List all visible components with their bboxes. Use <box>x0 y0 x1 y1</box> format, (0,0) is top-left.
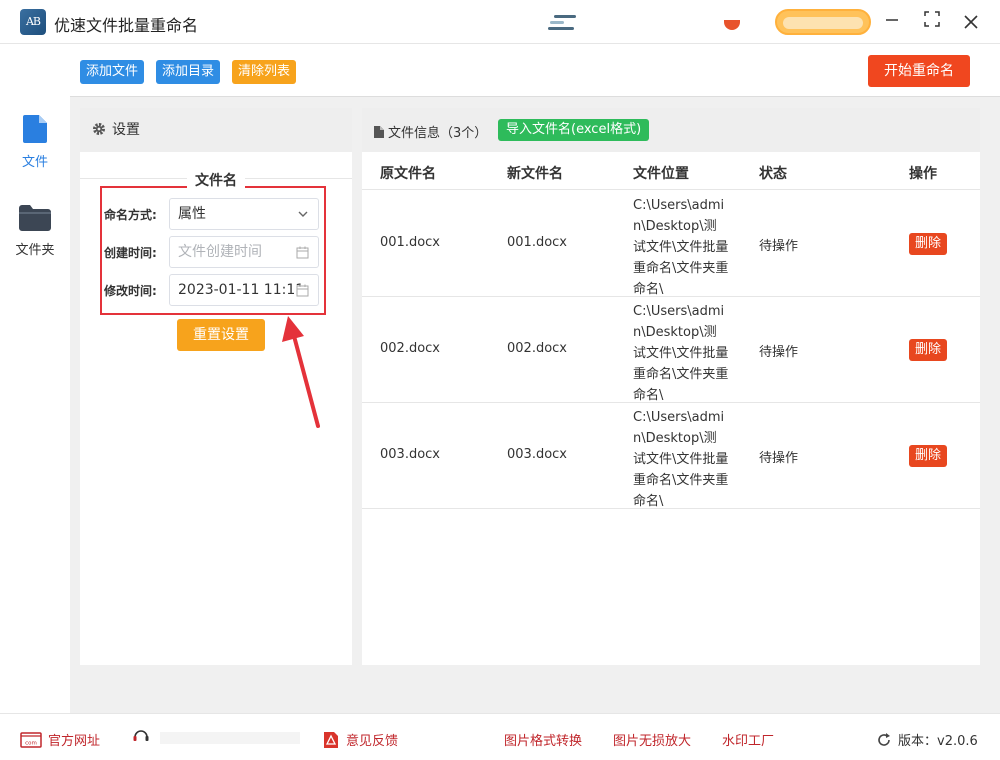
reset-settings-button[interactable]: 重置设置 <box>177 319 265 351</box>
cell-location: C:\Users\admin\Desktop\测试文件\文件批量重命名\文件夹重… <box>633 198 729 297</box>
settings-header: 设置 <box>80 108 352 152</box>
app-logo: AB <box>20 9 46 35</box>
headset-icon <box>133 730 149 741</box>
import-excel-button[interactable]: 导入文件名(excel格式) <box>498 119 650 141</box>
column-new-name: 新文件名 <box>507 166 563 182</box>
minimize-button[interactable] <box>878 8 906 36</box>
nav-item-folder[interactable]: 文件夹 <box>0 205 70 258</box>
notification-icon[interactable] <box>724 20 740 30</box>
vip-button[interactable] <box>775 9 871 35</box>
file-info-panel: 文件信息（3个） 导入文件名(excel格式) 原文件名 新文件名 文件位置 状… <box>362 108 980 665</box>
maximize-button[interactable] <box>918 8 946 36</box>
version-info[interactable]: 版本：v2.0.6 <box>876 730 978 749</box>
delete-button[interactable]: 删除 <box>909 339 948 361</box>
close-button[interactable] <box>957 8 985 36</box>
file-info-title: 文件信息（3个） <box>374 122 487 141</box>
nav-file-label: 文件 <box>21 155 48 170</box>
add-file-button[interactable]: 添加文件 <box>80 60 145 84</box>
gear-icon <box>93 122 105 135</box>
column-location: 文件位置 <box>633 166 689 182</box>
table-header: 原文件名 新文件名 文件位置 状态 操作 <box>362 152 980 190</box>
table-row[interactable]: 002.docx 002.docx C:\Users\admin\Desktop… <box>362 297 980 403</box>
cell-new-name: 003.docx <box>507 447 567 462</box>
image-enlarge-link[interactable]: 图片无损放大 <box>613 730 691 749</box>
folder-icon <box>19 205 51 231</box>
cell-original-name: 002.docx <box>380 341 440 356</box>
cell-original-name: 001.docx <box>380 235 440 250</box>
nav-item-file[interactable]: 文件 <box>0 115 70 170</box>
highlight-box <box>100 186 326 315</box>
watermark-factory-link[interactable]: 水印工厂 <box>722 730 774 749</box>
arrow-annotation-icon <box>282 316 320 428</box>
official-site-link[interactable]: com 官方网址 <box>20 730 100 749</box>
maximize-icon <box>924 11 940 27</box>
add-directory-button[interactable]: 添加目录 <box>156 60 221 84</box>
svg-text:com: com <box>25 741 37 747</box>
settings-title: 设置 <box>112 122 140 138</box>
cell-status: 待操作 <box>759 239 799 254</box>
column-original-name: 原文件名 <box>380 166 436 182</box>
delete-button[interactable]: 删除 <box>909 445 948 467</box>
footer: com 官方网址 意见反馈 图片格式转换 图片无损放大 水印工厂 版本：v2.0.… <box>0 713 1000 760</box>
minimize-icon <box>886 19 898 21</box>
qq-support-link[interactable] <box>132 730 300 745</box>
clear-list-button[interactable]: 清除列表 <box>232 60 297 84</box>
document-icon <box>374 126 384 138</box>
left-nav: 文件 文件夹 <box>0 45 70 713</box>
close-icon <box>964 15 978 29</box>
cell-new-name: 002.docx <box>507 341 567 356</box>
feedback-link[interactable]: 意见反馈 <box>322 730 398 749</box>
file-icon <box>23 115 47 143</box>
nav-folder-label: 文件夹 <box>15 243 55 258</box>
cell-status: 待操作 <box>759 345 799 360</box>
cell-status: 待操作 <box>759 451 799 466</box>
pdf-feedback-icon <box>324 732 338 748</box>
brand-logo-icon <box>548 12 578 34</box>
table-row[interactable]: 001.docx 001.docx C:\Users\admin\Desktop… <box>362 191 980 297</box>
refresh-icon <box>878 733 890 746</box>
toolbar: 添加文件 添加目录 清除列表 开始重命名 <box>70 45 1000 97</box>
start-rename-button[interactable]: 开始重命名 <box>868 55 970 87</box>
table-row[interactable]: 003.docx 003.docx C:\Users\admin\Desktop… <box>362 403 980 509</box>
website-icon: com <box>20 732 42 748</box>
delete-button[interactable]: 删除 <box>909 233 948 255</box>
column-status: 状态 <box>759 166 787 182</box>
cell-new-name: 001.docx <box>507 235 567 250</box>
cell-location: C:\Users\admin\Desktop\测试文件\文件批量重命名\文件夹重… <box>633 304 729 403</box>
app-title: 优速文件批量重命名 <box>54 16 199 35</box>
file-info-header: 文件信息（3个） 导入文件名(excel格式) <box>362 108 980 152</box>
image-convert-link[interactable]: 图片格式转换 <box>504 730 582 749</box>
title-bar: AB 优速文件批量重命名 <box>0 0 1000 44</box>
cell-location: C:\Users\admin\Desktop\测试文件\文件批量重命名\文件夹重… <box>633 410 729 509</box>
cell-original-name: 003.docx <box>380 447 440 462</box>
column-action: 操作 <box>909 166 937 182</box>
